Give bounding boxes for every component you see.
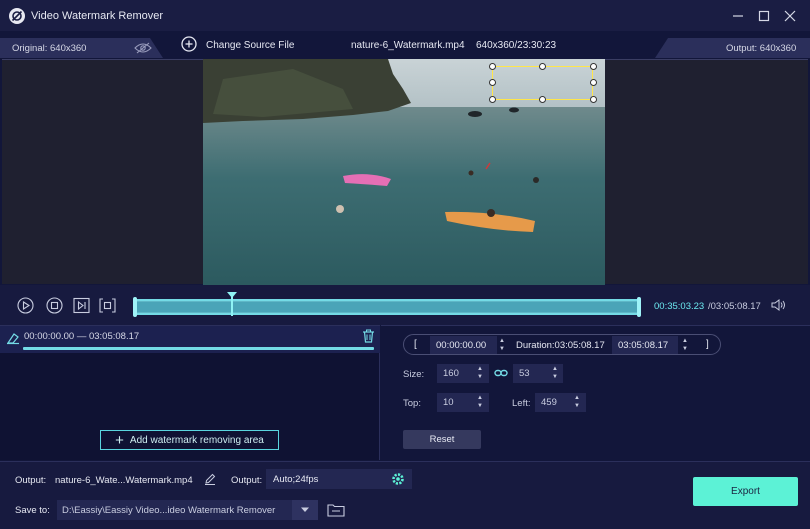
source-file-name: nature-6_Watermark.mp4 — [351, 40, 465, 51]
next-frame-icon[interactable] — [73, 297, 90, 314]
link-aspect-ratio-icon[interactable] — [494, 366, 508, 380]
stepper-up-icon[interactable]: ▲ — [477, 394, 483, 402]
selection-handle-top[interactable] — [539, 63, 546, 70]
save-path-field[interactable]: D:\Eassiy\Eassiy Video...ideo Watermark … — [57, 500, 292, 520]
app-logo-icon — [9, 8, 25, 24]
area-time-range: 00:00:00.00 — 03:05:08.17 — [24, 331, 140, 342]
hide-preview-eye-icon[interactable] — [134, 42, 152, 54]
stepper-down-icon[interactable]: ▼ — [477, 373, 483, 381]
end-time-input[interactable]: 03:05:08.17 — [612, 336, 678, 354]
app-window: Video Watermark Remover Original: 640x36… — [0, 0, 810, 529]
selection-handle-bottom-left[interactable] — [489, 96, 496, 103]
app-title: Video Watermark Remover — [31, 10, 164, 22]
play-icon[interactable] — [17, 297, 34, 314]
maximize-icon — [758, 10, 770, 22]
height-stepper[interactable]: ▲ ▼ — [550, 364, 560, 382]
delete-trash-icon[interactable] — [362, 329, 375, 343]
maximize-button[interactable] — [755, 7, 773, 25]
timeline-end-handle[interactable] — [637, 297, 641, 317]
title-bar: Video Watermark Remover — [0, 0, 810, 31]
minimize-button[interactable] — [729, 7, 747, 25]
top-label: Top: — [403, 398, 421, 409]
stop-icon[interactable] — [46, 297, 63, 314]
clip-end-icon[interactable] — [99, 297, 116, 314]
range-end-bracket-button[interactable]: ] — [706, 339, 709, 350]
output-format-label: Output: — [231, 475, 263, 486]
timeline-start-handle[interactable] — [133, 297, 137, 317]
timeline-fill — [136, 302, 638, 312]
end-time-stepper[interactable]: ▲ ▼ — [680, 336, 690, 354]
output-settings-gear-icon[interactable] — [391, 472, 405, 486]
eraser-icon — [6, 333, 19, 345]
add-removing-area-button[interactable]: + Add watermark removing area — [100, 430, 279, 450]
stepper-up-icon[interactable]: ▲ — [552, 365, 558, 373]
output-file-name: nature-6_Wate...Watermark.mp4 — [55, 475, 193, 486]
range-start-bracket-button[interactable]: [ — [414, 339, 417, 350]
stepper-up-icon[interactable]: ▲ — [477, 365, 483, 373]
minimize-icon — [733, 15, 743, 17]
export-button[interactable]: Export — [693, 477, 798, 506]
stepper-up-icon[interactable]: ▲ — [682, 337, 688, 345]
stepper-down-icon[interactable]: ▼ — [499, 345, 505, 353]
area-duration-bar — [23, 347, 374, 350]
edit-pencil-icon[interactable] — [204, 473, 216, 485]
selection-handle-bottom[interactable] — [539, 96, 546, 103]
reset-button[interactable]: Reset — [403, 430, 481, 449]
playhead-line[interactable] — [231, 292, 233, 316]
start-time-stepper[interactable]: ▲ ▼ — [497, 336, 507, 354]
plus-icon: + — [115, 431, 124, 449]
width-stepper[interactable]: ▲ ▼ — [475, 364, 485, 382]
duration-value: Duration:03:05:08.17 — [516, 340, 605, 351]
size-label: Size: — [403, 369, 425, 380]
volume-icon[interactable] — [771, 298, 787, 312]
original-resolution: Original: 640x360 — [12, 43, 87, 54]
stepper-down-icon[interactable]: ▼ — [682, 345, 688, 353]
total-time: /03:05:08.17 — [708, 301, 761, 312]
change-source-file-button[interactable]: Change Source File — [206, 40, 294, 51]
left-label: Left: — [512, 398, 531, 409]
save-path-dropdown[interactable] — [292, 500, 318, 520]
stepper-up-icon[interactable]: ▲ — [499, 337, 505, 345]
source-file-info: 640x360/23:30:23 — [476, 40, 557, 51]
top-stepper[interactable]: ▲ ▼ — [475, 393, 485, 411]
stepper-down-icon[interactable]: ▼ — [552, 373, 558, 381]
selection-handle-top-right[interactable] — [590, 63, 597, 70]
save-to-label: Save to: — [15, 505, 50, 516]
add-area-label: Add watermark removing area — [129, 434, 264, 446]
current-time: 00:35:03.23 — [654, 301, 705, 312]
output-file-label: Output: — [15, 475, 47, 486]
watermark-selection-box[interactable] — [492, 66, 593, 100]
start-time-input[interactable]: 00:00:00.00 — [430, 336, 497, 354]
stepper-down-icon[interactable]: ▼ — [574, 402, 580, 410]
selection-handle-bottom-right[interactable] — [590, 96, 597, 103]
selection-handle-top-left[interactable] — [489, 63, 496, 70]
close-button[interactable] — [781, 7, 799, 25]
open-folder-icon[interactable] — [327, 503, 345, 517]
left-stepper[interactable]: ▲ ▼ — [572, 393, 582, 411]
stepper-down-icon[interactable]: ▼ — [477, 402, 483, 410]
close-icon — [784, 10, 796, 22]
selection-handle-left[interactable] — [489, 79, 496, 86]
chevron-down-icon — [301, 507, 309, 512]
stepper-up-icon[interactable]: ▲ — [574, 394, 580, 402]
add-circle-icon[interactable] — [181, 36, 197, 52]
selection-handle-right[interactable] — [590, 79, 597, 86]
output-resolution: Output: 640x360 — [726, 43, 797, 54]
